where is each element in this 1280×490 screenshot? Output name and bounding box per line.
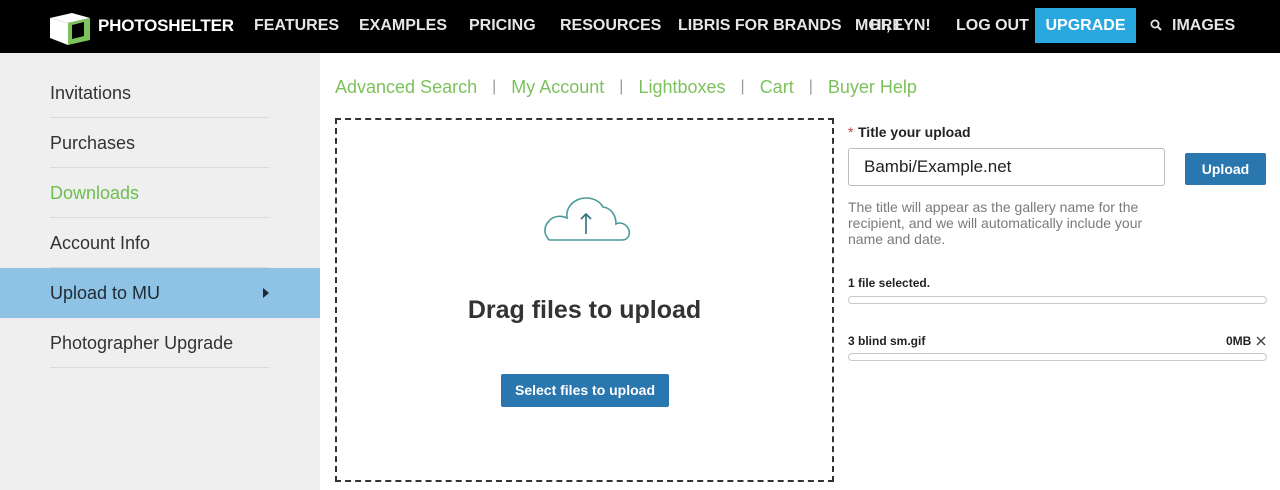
subnav-separator: | — [619, 78, 624, 95]
nav-user-greeting[interactable]: HI, LYN! — [870, 0, 931, 53]
required-asterisk: * — [848, 124, 854, 140]
link-buyer-help[interactable]: Buyer Help — [828, 77, 917, 98]
link-lightboxes[interactable]: Lightboxes — [638, 77, 725, 98]
select-files-button[interactable]: Select files to upload — [501, 374, 669, 407]
nav-log-out[interactable]: LOG OUT — [956, 0, 1029, 53]
search-icon[interactable] — [1150, 19, 1162, 31]
sidebar-item-account-info[interactable]: Account Info — [0, 218, 320, 268]
photoshelter-cube-icon — [50, 13, 90, 45]
sidebar-item-upload-to-mu[interactable]: Upload to MU — [0, 268, 320, 318]
sidebar-item-label: Downloads — [50, 183, 140, 203]
link-cart[interactable]: Cart — [760, 77, 794, 98]
sidebar-item-label: Invitations — [50, 83, 132, 103]
nav-libris-for-brands[interactable]: LIBRIS FOR BRANDS — [678, 0, 842, 53]
brand-name: PHOTOSHELTER — [98, 16, 234, 35]
sidebar-item-label: Account Info — [50, 233, 151, 253]
subnav-separator: | — [740, 78, 745, 95]
account-subnav: Advanced Search | My Account | Lightboxe… — [335, 76, 917, 98]
sidebar-item-invitations[interactable]: Invitations — [0, 68, 320, 118]
account-sidebar: Invitations Purchases Downloads Account … — [0, 53, 320, 490]
link-advanced-search[interactable]: Advanced Search — [335, 77, 477, 98]
cloud-upload-icon — [544, 197, 631, 241]
photoshelter-logo[interactable]: PHOTOSHELTER — [50, 11, 234, 45]
sidebar-item-photographer-upgrade[interactable]: Photographer Upgrade — [0, 318, 320, 368]
title-help-text: The title will appear as the gallery nam… — [848, 199, 1143, 247]
subnav-separator: | — [492, 78, 497, 95]
link-my-account[interactable]: My Account — [511, 77, 604, 98]
file-size: 0MB — [1226, 334, 1252, 348]
sidebar-item-label: Upload to MU — [50, 283, 161, 303]
overall-progress-bar — [848, 296, 1267, 304]
nav-resources[interactable]: RESOURCES — [560, 0, 661, 53]
files-selected-status: 1 file selected. — [848, 276, 931, 290]
close-icon[interactable] — [1256, 336, 1266, 346]
sidebar-item-label: Purchases — [50, 133, 136, 153]
nav-pricing[interactable]: PRICING — [469, 0, 536, 53]
drag-files-heading: Drag files to upload — [467, 296, 702, 324]
top-nav-bar: PHOTOSHELTER FEATURES EXAMPLES PRICING R… — [0, 0, 1280, 53]
file-name: 3 blind sm.gif — [848, 334, 926, 348]
subnav-separator: | — [808, 78, 813, 95]
file-progress-bar — [848, 353, 1267, 361]
sidebar-divider — [50, 367, 269, 368]
upload-title-input[interactable] — [848, 148, 1165, 186]
sidebar-item-downloads[interactable]: Downloads — [0, 168, 320, 218]
nav-features[interactable]: FEATURES — [254, 0, 339, 53]
file-drop-zone[interactable]: Drag files to upload Select files to upl… — [335, 118, 834, 482]
sidebar-item-purchases[interactable]: Purchases — [0, 118, 320, 168]
caret-right-icon — [263, 288, 269, 298]
nav-examples[interactable]: EXAMPLES — [359, 0, 447, 53]
nav-images[interactable]: IMAGES — [1172, 0, 1235, 53]
upgrade-button[interactable]: UPGRADE — [1035, 8, 1136, 43]
upload-button[interactable]: Upload — [1185, 153, 1266, 185]
sidebar-item-label: Photographer Upgrade — [50, 333, 234, 353]
title-upload-label: Title your upload — [858, 124, 971, 140]
